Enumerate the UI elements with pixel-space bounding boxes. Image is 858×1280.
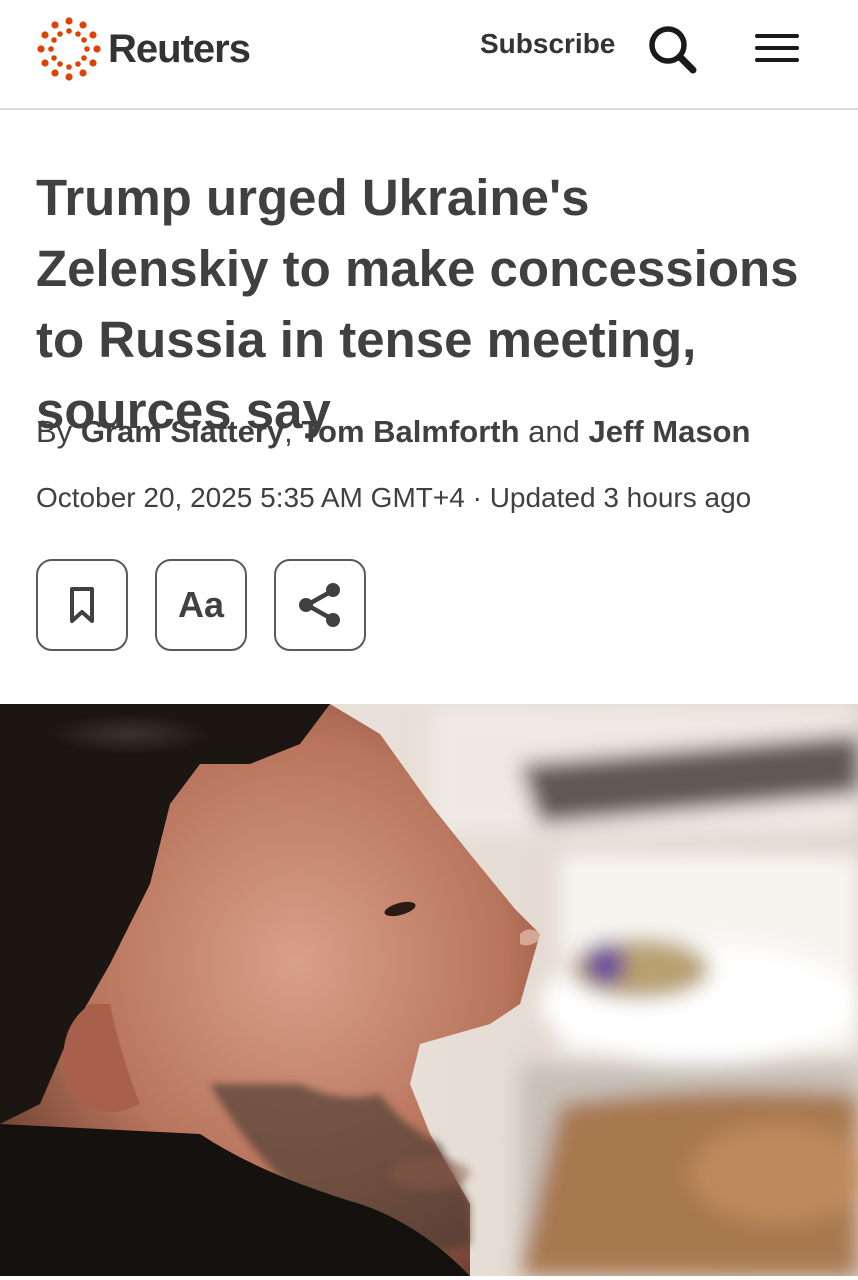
subscribe-button[interactable]: Subscribe (480, 28, 615, 60)
byline: By Gram Slattery, Tom Balmforth and Jeff… (36, 414, 750, 450)
article-headline: Trump urged Ukraine's Zelenskiy to make … (36, 169, 799, 439)
search-button[interactable] (644, 22, 700, 76)
reuters-logo[interactable]: Reuters (36, 16, 251, 82)
text-size-button[interactable]: Aa (155, 559, 247, 651)
share-icon (299, 583, 340, 627)
bookmark-button[interactable] (36, 559, 128, 651)
byline-separator: and (528, 414, 580, 449)
publish-date: October 20, 2025 5:35 AM GMT+4 (36, 482, 465, 513)
date-separator: · (472, 482, 482, 513)
byline-prefix: By (36, 414, 73, 449)
text-size-label: Aa (177, 584, 225, 625)
hamburger-menu-icon (755, 34, 799, 62)
menu-button[interactable] (752, 28, 802, 68)
updated-time: Updated 3 hours ago (489, 482, 752, 513)
photo-illustration (0, 704, 858, 1276)
reuters-wordmark: Reuters (108, 26, 251, 71)
author-link[interactable]: Gram Slattery (81, 414, 284, 449)
bookmark-icon (70, 587, 94, 623)
author-link[interactable]: Tom Balmforth (301, 414, 519, 449)
article-hero-photo[interactable] (0, 704, 858, 1276)
share-button[interactable] (274, 559, 366, 651)
reuters-logo-icon (37, 17, 101, 81)
search-icon (649, 26, 697, 74)
author-link[interactable]: Jeff Mason (589, 414, 751, 449)
site-header: Reuters Subscribe (0, 0, 858, 110)
dateline: October 20, 2025 5:35 AM GMT+4 · Updated… (36, 482, 751, 514)
byline-separator: , (284, 414, 293, 449)
